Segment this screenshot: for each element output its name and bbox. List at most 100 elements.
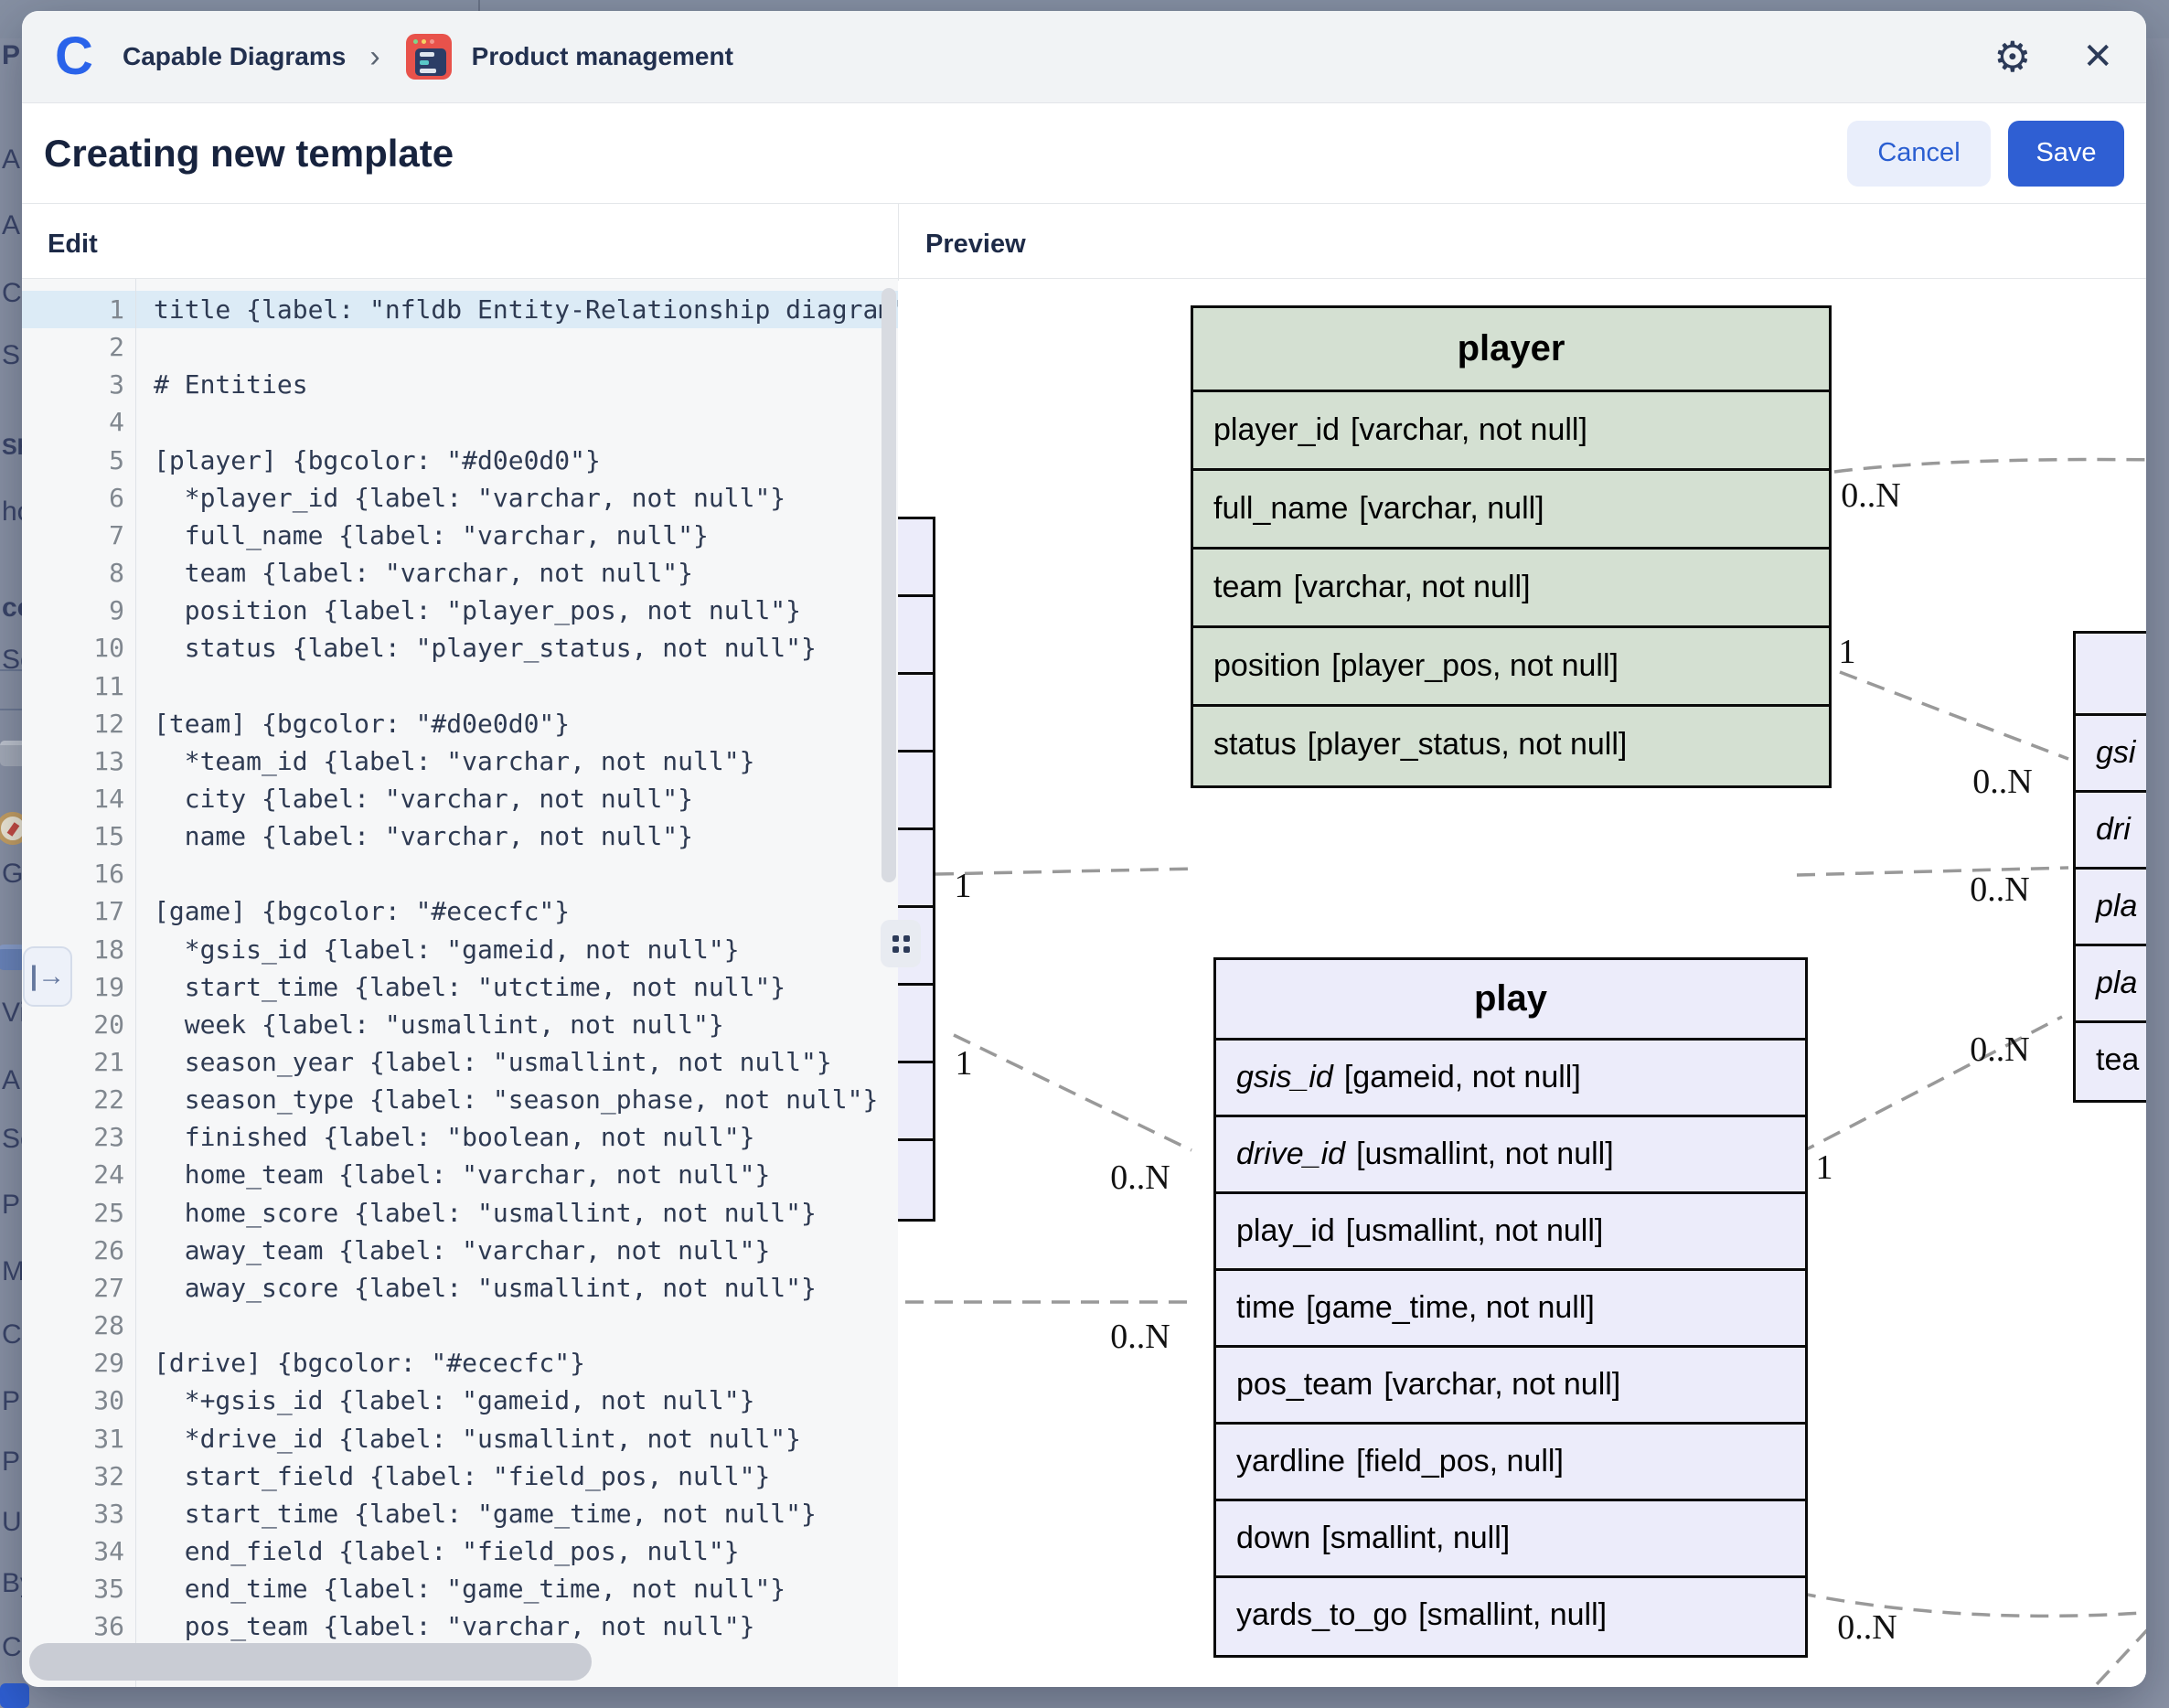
save-button[interactable]: Save — [2008, 121, 2124, 187]
relation-line — [935, 869, 1198, 874]
multiplicity-label: 1 — [1839, 632, 1856, 672]
er-table-row: player_id[varchar, not null] — [1193, 392, 1829, 471]
code-line: 19 start_time {label: "utctime, not null… — [22, 968, 898, 1006]
code-line: 16 — [22, 855, 898, 892]
er-table-row: drive_id[usmallint, not null] — [1216, 1117, 1805, 1194]
code-line: 2 — [22, 328, 898, 366]
preview-pane-label: Preview — [925, 230, 1026, 260]
er-table-row — [898, 1063, 933, 1141]
relation-line — [954, 1035, 1191, 1150]
code-line: 17[game] {bgcolor: "#ececfc"} — [22, 892, 898, 930]
code-line: 14 city {label: "varchar, not null"} — [22, 780, 898, 817]
code-line: 18 *gsis_id {label: "gameid, not null"} — [22, 931, 898, 968]
er-table-row: yards_to_go[smallint, null] — [1216, 1578, 1805, 1655]
er-table-row: team[varchar, not null] — [1193, 550, 1829, 628]
er-table-row — [898, 597, 933, 675]
code-line: 3# Entities — [22, 366, 898, 403]
er-table-play-player-partial: gsidriplaplatea — [2073, 631, 2146, 1103]
code-line: 34 end_field {label: "field_pos, null"} — [22, 1532, 898, 1570]
sidebar-divider — [0, 709, 22, 710]
pane-resize-handle[interactable] — [881, 920, 921, 967]
er-table-row — [898, 519, 933, 597]
code-line: 31 *drive_id {label: "usmallint, not nul… — [22, 1420, 898, 1457]
code-line: 33 start_time {label: "game_time, not nu… — [22, 1495, 898, 1532]
editor-vertical-scrollbar[interactable] — [881, 288, 896, 882]
code-line: 28 — [22, 1307, 898, 1344]
er-table-row: time[game_time, not null] — [1216, 1271, 1805, 1348]
er-table-title: player — [1193, 308, 1829, 392]
template-editor-modal: C Capable Diagrams › Product management … — [22, 11, 2146, 1687]
multiplicity-label: 1 — [955, 866, 972, 906]
code-line: 22 season_type {label: "season_phase, no… — [22, 1081, 898, 1118]
er-table-row: position[player_pos, not null] — [1193, 628, 1829, 707]
code-line: 27 away_score {label: "usmallint, not nu… — [22, 1269, 898, 1307]
multiplicity-label: 0..N — [1841, 475, 1900, 516]
page-title: Creating new template — [44, 132, 1847, 176]
code-line: 11 — [22, 667, 898, 705]
multiplicity-label: 0..N — [1970, 870, 2029, 910]
breadcrumb-page[interactable]: Product management — [472, 42, 733, 71]
multiplicity-label: 0..N — [1972, 762, 2032, 802]
pane-labels-row: Edit Preview — [22, 204, 2146, 279]
er-table-row: down[smallint, null] — [1216, 1501, 1805, 1578]
page-sidebar-strip: PrAlArCoSpSHhocoSeGeViArSePrMClPrPrUlByC… — [0, 38, 22, 1687]
code-line: 8 team {label: "varchar, not null"} — [22, 554, 898, 592]
diagram-preview: playerplayer_id[varchar, not null]full_n… — [898, 281, 2146, 1687]
code-line: 29[drive] {bgcolor: "#ececfc"} — [22, 1344, 898, 1382]
close-icon[interactable]: ✕ — [2082, 38, 2113, 75]
multiplicity-label: 0..N — [1970, 1030, 2029, 1070]
er-table-row: gsi — [2076, 716, 2146, 793]
code-line: 12[team] {bgcolor: "#d0e0d0"} — [22, 705, 898, 742]
multiplicity-label: 1 — [956, 1043, 973, 1084]
multiplicity-label: 0..N — [1110, 1317, 1170, 1357]
code-line: 21 season_year {label: "usmallint, not n… — [22, 1043, 898, 1081]
code-line: 25 home_score {label: "usmallint, not nu… — [22, 1194, 898, 1232]
code-line: 26 away_team {label: "varchar, not null"… — [22, 1232, 898, 1269]
code-line: 20 week {label: "usmallint, not null"} — [22, 1006, 898, 1043]
code-editor[interactable]: 1title {label: "nfldb Entity-Relationshi… — [22, 279, 898, 1687]
collapse-panel-icon: |→ — [30, 961, 65, 992]
modal-topbar: C Capable Diagrams › Product management … — [22, 11, 2146, 103]
code-line: 24 home_team {label: "varchar, not null"… — [22, 1156, 898, 1193]
er-table-game-partial — [898, 517, 935, 1222]
code-line: 9 position {label: "player_pos, not null… — [22, 592, 898, 629]
code-line: 7 full_name {label: "varchar, null"} — [22, 517, 898, 554]
er-table-row — [898, 1141, 933, 1219]
multiplicity-label: 0..N — [1837, 1607, 1897, 1648]
breadcrumb-app[interactable]: Capable Diagrams — [123, 42, 346, 71]
er-table-row — [898, 830, 933, 908]
er-table-play: playgsis_id[gameid, not null]drive_id[us… — [1213, 957, 1808, 1658]
gear-icon[interactable]: ⚙ — [1993, 36, 2031, 78]
er-table-row — [898, 986, 933, 1063]
er-table-row: yardline[field_pos, null] — [1216, 1425, 1805, 1501]
code-line: 35 end_time {label: "game_time, not null… — [22, 1570, 898, 1607]
collapse-panel-button[interactable]: |→ — [23, 946, 72, 1007]
code-line: 10 status {label: "player_status, not nu… — [22, 629, 898, 667]
code-line: 32 start_field {label: "field_pos, null"… — [22, 1457, 898, 1495]
background-button-fragment — [0, 1683, 29, 1708]
code-line: 6 *player_id {label: "varchar, not null"… — [22, 479, 898, 517]
chevron-right-icon: › — [369, 43, 379, 70]
code-line: 5[player] {bgcolor: "#d0e0d0"} — [22, 442, 898, 479]
code-line: 23 finished {label: "boolean, not null"} — [22, 1118, 898, 1156]
er-table-row: pos_team[varchar, not null] — [1216, 1348, 1805, 1425]
er-table-row: pla — [2076, 946, 2146, 1023]
er-table-title — [2076, 634, 2146, 716]
code-line: 1title {label: "nfldb Entity-Relationshi… — [22, 291, 898, 328]
code-line: 4 — [22, 403, 898, 441]
editor-horizontal-scrollbar[interactable] — [29, 1643, 592, 1681]
capable-diagrams-logo-icon: C — [55, 32, 101, 81]
relation-line — [1834, 460, 2146, 472]
edit-pane-label: Edit — [48, 230, 98, 260]
product-management-icon — [406, 34, 452, 80]
cancel-button[interactable]: Cancel — [1847, 121, 1991, 187]
code-line: 30 *+gsis_id {label: "gameid, not null"} — [22, 1382, 898, 1419]
modal-header: Creating new template Cancel Save — [22, 103, 2146, 204]
er-table-row — [898, 753, 933, 830]
code-line: 36 pos_team {label: "varchar, not null"} — [22, 1607, 898, 1645]
er-table-row: status[player_status, not null] — [1193, 707, 1829, 785]
er-table-row: dri — [2076, 793, 2146, 870]
er-table-row: gsis_id[gameid, not null] — [1216, 1041, 1805, 1117]
multiplicity-label: 1 — [1816, 1148, 1833, 1188]
er-table-row: pla — [2076, 870, 2146, 946]
